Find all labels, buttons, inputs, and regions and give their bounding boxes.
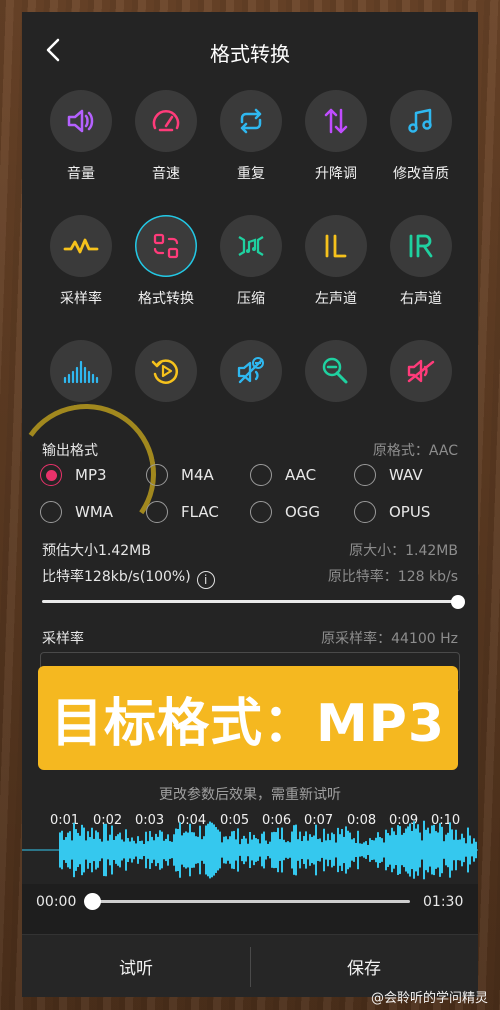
- speedometer-icon: [152, 110, 180, 132]
- tool-label: 重复: [237, 166, 265, 182]
- pitch-arrows-icon: [324, 108, 348, 134]
- banner-text: 目标格式：MP3: [50, 693, 446, 754]
- tool-compress[interactable]: 压缩: [208, 215, 294, 308]
- app-screen: 格式转换 音量 音速 重复 升降调 修改音质 采样率 格式转换 压缩 左声道 右…: [22, 12, 478, 997]
- radio-icon: [146, 464, 168, 486]
- tool-label: 修改音质: [393, 166, 449, 182]
- tool-quality[interactable]: 修改音质: [378, 90, 464, 183]
- tool-left-channel[interactable]: 左声道: [293, 215, 379, 308]
- info-icon[interactable]: i: [196, 571, 215, 589]
- radio-icon: [40, 501, 62, 523]
- playback-bar: [22, 884, 478, 936]
- tool-label: 压缩: [237, 291, 265, 307]
- mute-icon: [407, 359, 435, 383]
- target-format-banner: 目标格式：MP3: [38, 666, 458, 770]
- tool-format-convert[interactable]: 格式转换: [123, 215, 209, 308]
- original-size: 原大小：1.42MB: [349, 543, 458, 559]
- tool-sample-rate[interactable]: 采样率: [38, 215, 124, 308]
- waveform-pulse-icon: [63, 238, 99, 254]
- tool-label: 升降调: [315, 166, 357, 182]
- music-note-icon: [408, 108, 432, 133]
- format-convert-icon: [153, 233, 179, 259]
- volume-icon: [67, 109, 94, 133]
- bitrate-row: 比特率128kb/s(100%) i: [42, 566, 215, 589]
- reprocess-hint: 更改参数后效果，需重新试听: [159, 787, 341, 803]
- voice-record-icon: [322, 357, 348, 384]
- tool-label: 右声道: [400, 291, 442, 307]
- sample-rate-label: 采样率: [42, 631, 84, 647]
- radio-icon: [354, 464, 376, 486]
- radio-ogg[interactable]: OGG: [250, 501, 320, 523]
- spectrum-bars-icon: [63, 360, 99, 384]
- original-sample-rate: 原采样率：44100 Hz: [321, 631, 458, 647]
- tool-label: 采样率: [60, 291, 102, 307]
- tool-label: 音速: [152, 166, 180, 182]
- radio-icon: [146, 501, 168, 523]
- total-time: 01:30: [423, 894, 464, 910]
- audio-waveform[interactable]: [22, 818, 478, 882]
- tool-label: 音量: [67, 166, 95, 182]
- bitrate-slider[interactable]: [42, 600, 458, 603]
- tool-label: 格式转换: [138, 291, 194, 307]
- playback-thumb[interactable]: [84, 893, 101, 910]
- current-time: 00:00: [36, 894, 77, 910]
- bitrate-label: 比特率128kb/s(100%): [42, 569, 191, 585]
- radio-wav[interactable]: WAV: [354, 464, 423, 486]
- noise-reduce-icon: [237, 357, 264, 384]
- output-format-label: 输出格式: [42, 443, 98, 459]
- tool-spectrum[interactable]: [38, 340, 124, 413]
- bitrate-slider-thumb[interactable]: [451, 595, 465, 609]
- tool-voice[interactable]: [293, 340, 379, 413]
- playback-progress[interactable]: [92, 900, 410, 903]
- tool-label: 左声道: [315, 291, 357, 307]
- title-bar: 格式转换: [22, 12, 478, 88]
- tool-reverse[interactable]: [123, 340, 209, 413]
- tool-pitch[interactable]: 升降调: [293, 90, 379, 183]
- preview-button[interactable]: 试听: [22, 935, 250, 997]
- right-channel-icon: [409, 234, 433, 258]
- tool-noise-reduce[interactable]: [208, 340, 294, 413]
- radio-aac[interactable]: AAC: [250, 464, 316, 486]
- tool-volume[interactable]: 音量: [38, 90, 124, 183]
- radio-icon: [250, 464, 272, 486]
- page-title: 格式转换: [210, 42, 290, 66]
- tool-repeat[interactable]: 重复: [208, 90, 294, 183]
- estimated-size: 预估大小1.42MB: [42, 543, 151, 559]
- reverse-play-icon: [151, 359, 178, 384]
- repeat-icon: [240, 108, 262, 134]
- radio-opus[interactable]: OPUS: [354, 501, 430, 523]
- radio-selected-icon: [40, 464, 62, 486]
- radio-icon: [354, 501, 376, 523]
- compress-icon: [238, 236, 264, 256]
- tool-mute[interactable]: [378, 340, 464, 413]
- radio-wma[interactable]: WMA: [40, 501, 113, 523]
- radio-m4a[interactable]: M4A: [146, 464, 214, 486]
- left-channel-icon: [325, 234, 347, 258]
- tool-right-channel[interactable]: 右声道: [378, 215, 464, 308]
- original-bitrate: 原比特率：128 kb/s: [327, 569, 458, 585]
- radio-flac[interactable]: FLAC: [146, 501, 219, 523]
- original-format: 原格式：AAC: [372, 443, 458, 459]
- tool-speed[interactable]: 音速: [123, 90, 209, 183]
- watermark: @会聆听的学问精灵: [370, 991, 488, 1006]
- radio-icon: [250, 501, 272, 523]
- radio-mp3[interactable]: MP3: [40, 464, 107, 486]
